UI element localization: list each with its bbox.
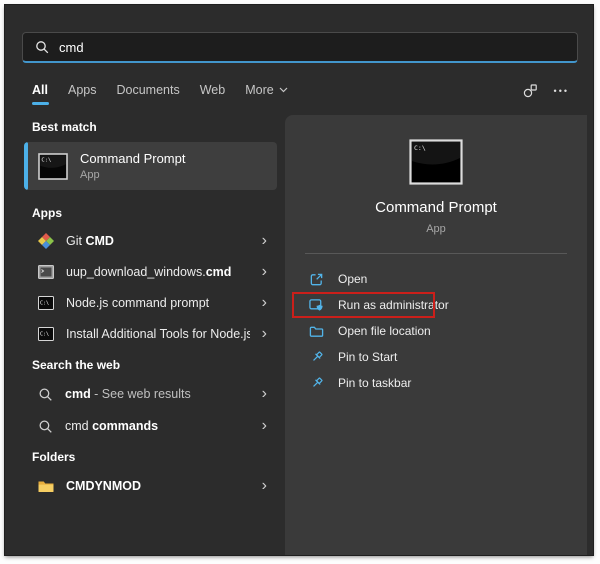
tab-more-label: More [245, 83, 273, 97]
action-pin-to-taskbar[interactable]: Pin to taskbar [285, 370, 587, 396]
chevron-right-icon: › [262, 478, 267, 494]
windows-search-screenshot: All Apps Documents Web More ••• Best mat… [0, 0, 600, 564]
divider [305, 253, 567, 254]
pushpin-icon [309, 376, 324, 391]
selection-accent-bar [24, 142, 28, 190]
result-label: CMDYNMOD [66, 479, 250, 493]
batch-file-icon [38, 265, 54, 279]
best-match-title: Command Prompt [80, 151, 185, 166]
magnifier-icon [38, 387, 53, 402]
result-label: cmd commands [65, 419, 250, 433]
result-folder-cmdynmod[interactable]: CMDYNMOD › [24, 472, 277, 500]
action-label: Pin to Start [338, 350, 397, 364]
terminal-window-icon: C:\ [38, 327, 54, 341]
terminal-window-icon: C:\ [38, 296, 54, 310]
result-install-additional-tools[interactable]: C:\ Install Additional Tools for Node.js… [24, 320, 277, 348]
result-web-cmd-commands[interactable]: cmd commands › [24, 412, 277, 440]
folder-icon [38, 480, 54, 493]
admin-shield-icon [309, 298, 324, 313]
filter-tabs: All Apps Documents Web More [32, 83, 288, 105]
folder-outline-icon [309, 324, 324, 339]
svg-text:C:\: C:\ [41, 157, 51, 163]
result-label: Git CMD [66, 234, 250, 248]
action-label: Run as administrator [338, 298, 449, 312]
search-input[interactable] [59, 40, 565, 55]
chevron-right-icon: › [262, 418, 267, 434]
pushpin-icon [309, 350, 324, 365]
result-web-cmd[interactable]: cmd - See web results › [24, 380, 277, 408]
result-uup-download-windows-cmd[interactable]: uup_download_windows.cmd › [24, 258, 277, 286]
action-open-file-location[interactable]: Open file location [285, 318, 587, 344]
search-bar[interactable] [22, 32, 578, 63]
result-label: Install Additional Tools for Node.js [66, 327, 250, 341]
action-open[interactable]: Open [285, 266, 587, 292]
svg-text:C:\: C:\ [40, 301, 49, 307]
tab-apps[interactable]: Apps [68, 83, 97, 105]
chevron-right-icon: › [262, 264, 267, 280]
action-label: Open file location [338, 324, 431, 338]
more-options-icon[interactable]: ••• [554, 86, 569, 96]
section-header-best-match: Best match [32, 120, 97, 134]
open-external-icon [309, 272, 324, 287]
svg-text:C:\: C:\ [414, 144, 426, 152]
result-label: Node.js command prompt [66, 296, 250, 310]
svg-text:C:\: C:\ [40, 332, 49, 338]
command-prompt-large-icon: C:\ [409, 139, 463, 185]
result-git-cmd[interactable]: Git CMD › [24, 227, 277, 255]
tab-all[interactable]: All [32, 83, 48, 105]
action-label: Pin to taskbar [338, 376, 411, 390]
chevron-right-icon: › [262, 233, 267, 249]
chevron-down-icon [279, 87, 288, 93]
best-match-subtitle: App [80, 169, 185, 181]
action-pin-to-start[interactable]: Pin to Start [285, 344, 587, 370]
section-header-web: Search the web [32, 358, 120, 372]
result-label: uup_download_windows.cmd [66, 265, 250, 279]
tab-more[interactable]: More [245, 83, 287, 105]
tabs-right-icons: ••• [522, 83, 569, 99]
best-match-text: Command Prompt App [80, 151, 185, 181]
search-flyout-window: All Apps Documents Web More ••• Best mat… [5, 5, 593, 555]
app-window-icon[interactable] [522, 83, 538, 99]
search-icon [35, 40, 49, 54]
best-match-command-prompt[interactable]: C:\ Command Prompt App [24, 142, 277, 190]
tab-web[interactable]: Web [200, 83, 225, 105]
result-nodejs-command-prompt[interactable]: C:\ Node.js command prompt › [24, 289, 277, 317]
magnifier-icon [38, 419, 53, 434]
git-diamond-icon [38, 233, 54, 249]
chevron-right-icon: › [262, 326, 267, 342]
section-header-apps: Apps [32, 206, 62, 220]
chevron-right-icon: › [262, 386, 267, 402]
context-actions: Open Run as administrator Open file loca… [285, 266, 587, 396]
preview-subtitle: App [426, 223, 446, 235]
tab-documents[interactable]: Documents [116, 83, 179, 105]
chevron-right-icon: › [262, 295, 267, 311]
result-label: cmd - See web results [65, 387, 250, 401]
preview-panel: C:\ Command Prompt App Open [285, 115, 587, 555]
command-prompt-icon: C:\ [38, 153, 68, 180]
action-label: Open [338, 272, 367, 286]
action-run-as-administrator[interactable]: Run as administrator [285, 292, 587, 318]
preview-title: Command Prompt [375, 199, 497, 216]
section-header-folders: Folders [32, 450, 75, 464]
